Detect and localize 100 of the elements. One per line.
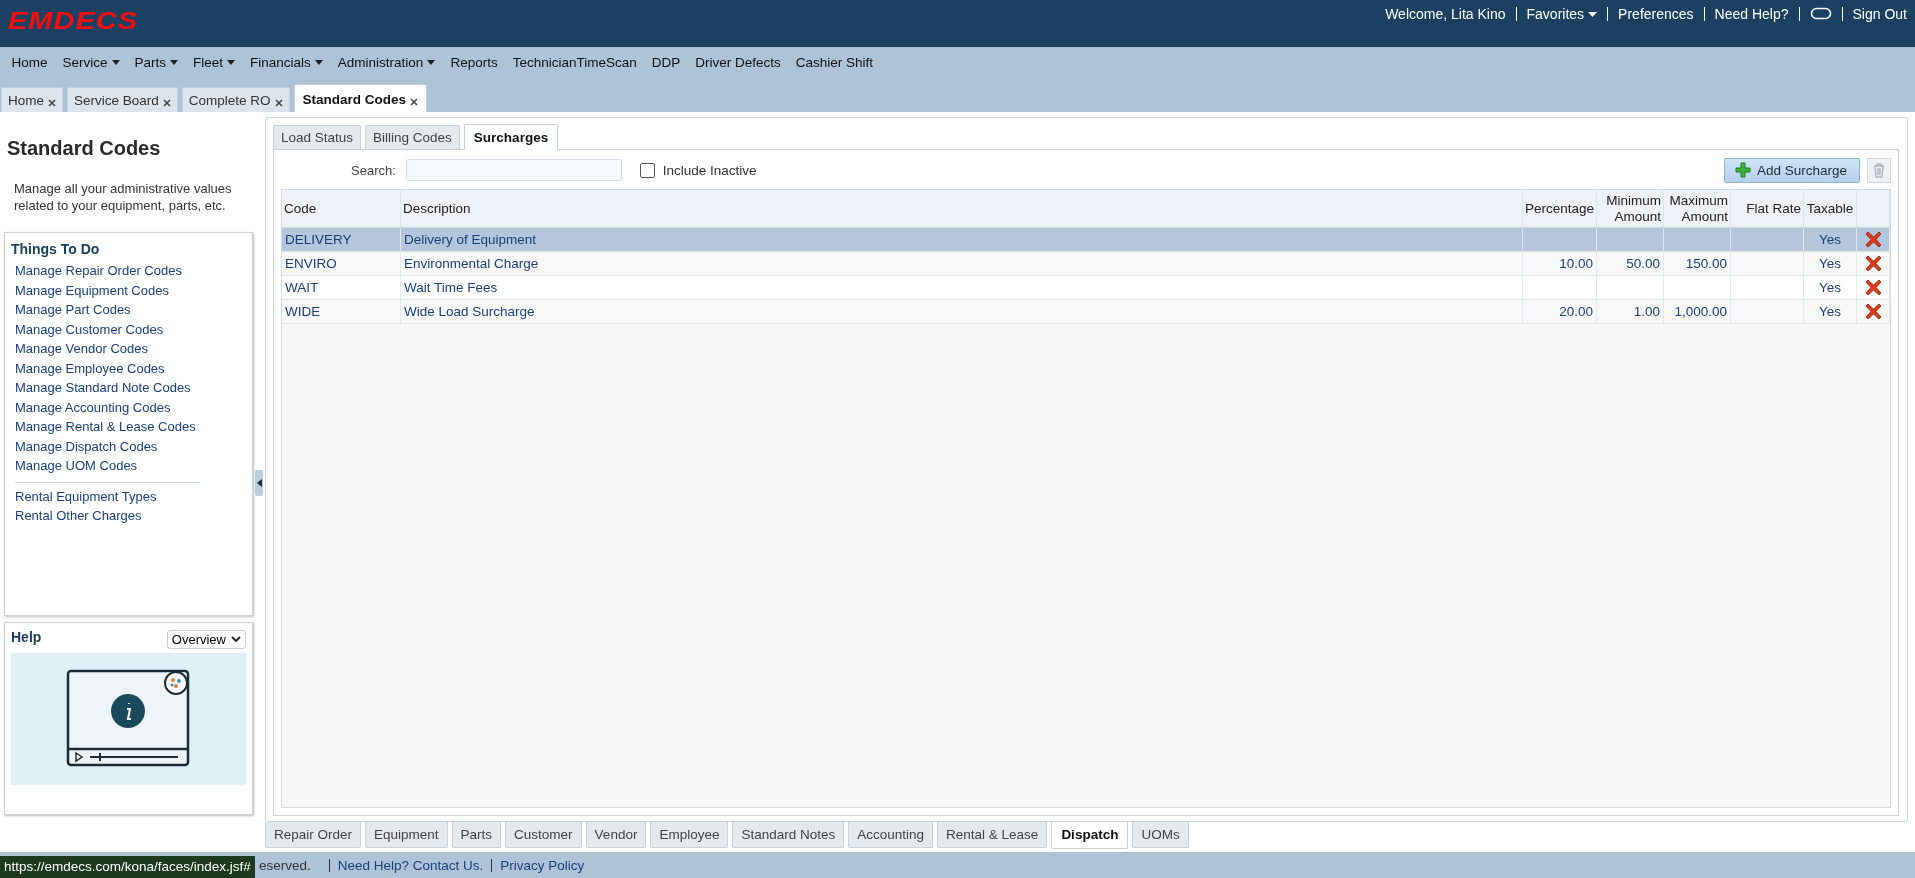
table-cell: Yes [1819,256,1841,271]
welcome-text: Welcome, Lita Kino [1385,6,1506,22]
table-cell: 150.00 [1685,256,1727,271]
sidebar-link[interactable]: Manage Part Codes [11,300,246,320]
panel-title: Help [11,629,42,645]
sidebar-link[interactable]: Manage Standard Note Codes [11,378,246,398]
search-field[interactable] [405,159,622,181]
nav-menu-item[interactable]: Driver Defects [687,54,789,70]
sidebar-link[interactable]: Rental Other Charges [11,506,246,526]
column-header: Code [284,200,317,216]
module-tab[interactable]: Repair Order [265,822,362,848]
delete-icon[interactable] [1864,303,1882,320]
delete-icon[interactable] [1864,255,1882,272]
module-tab[interactable]: Employee [650,822,729,848]
nav-menu-item[interactable]: Fleet [185,54,243,70]
favorites-menu[interactable]: Favorites [1526,6,1598,22]
sidebar-link[interactable]: Manage Vendor Codes [11,339,246,359]
module-tab[interactable]: Rental & Lease [937,822,1048,848]
nav-menu-item[interactable]: TechnicianTimeScan [505,54,645,70]
table-cell: 1,000.00 [1674,304,1727,319]
page-description: Manage all your administrative values related to your equipment, parts, etc. [14,180,233,214]
table-cell: Environmental Charge [404,256,539,271]
footer-link[interactable]: Need Help? Contact Us. [337,857,484,873]
sidebar-link[interactable]: Manage Employee Codes [11,358,246,378]
nav-menu-item[interactable]: Cashier Shift [788,54,881,70]
column-header: Maximum Amount [1669,192,1728,224]
sidebar-link[interactable]: Manage UOM Codes [11,456,246,476]
nav-menu-item[interactable]: Reports [442,54,506,70]
footer-link[interactable]: Privacy Policy [500,857,585,873]
nav-menu-item[interactable]: Service [55,54,128,70]
search-label: Search: [351,162,396,178]
sidebar-link[interactable]: Manage Dispatch Codes [11,436,246,456]
section-tab[interactable]: Surcharges [463,124,559,150]
document-tab[interactable]: Home [1,87,63,112]
table-cell: 50.00 [1626,256,1660,271]
sidebar-link[interactable]: Manage Customer Codes [11,319,246,339]
module-tab[interactable]: Dispatch [1051,822,1129,849]
document-tab[interactable]: Complete RO [181,87,290,112]
logo: EMDECS [8,6,139,35]
sidebar-link[interactable]: Manage Rental & Lease Codes [11,417,246,437]
nav-menu-item[interactable]: Administration [330,54,443,70]
module-tab[interactable]: UOMs [1132,822,1189,848]
delete-icon[interactable] [1864,279,1882,296]
column-header: Description [403,200,471,216]
sidebar-link[interactable]: Manage Repair Order Codes [11,261,246,281]
module-tab[interactable]: Customer [505,822,582,848]
column-header: Flat Rate [1746,200,1801,216]
table-cell: Wide Load Surcharge [404,304,535,319]
table-cell: DELIVERY [285,232,352,247]
help-link[interactable]: Need Help? [1714,6,1789,22]
table-cell: WIDE [285,304,321,319]
copyright-text: eserved. [258,857,311,873]
section-tab[interactable]: Load Status [273,125,362,149]
table-cell: 20.00 [1559,304,1593,319]
table-cell: Yes [1819,232,1841,247]
status-url: https://emdecs.com/kona/faces/index.jsf# [0,856,255,878]
help-topic-dropdown[interactable]: Overview [166,629,246,649]
table-cell: ENVIRO [285,256,337,271]
sidebar-link[interactable]: Manage Equipment Codes [11,280,246,300]
document-tab[interactable]: Service Board [67,87,178,112]
video-help-drawing[interactable] [65,669,192,769]
nav-menu-item[interactable]: Financials [242,54,331,70]
add-surcharge-button[interactable]: Add Surcharge [1723,157,1860,183]
close-icon[interactable] [162,99,171,107]
close-icon[interactable] [274,99,283,107]
chevron-down-icon [231,635,241,643]
module-tab[interactable]: Standard Notes [732,822,845,848]
section-tab[interactable]: Billing Codes [365,125,460,149]
sign-out-link[interactable]: Sign Out [1852,6,1907,22]
column-header: Minimum Amount [1606,192,1661,224]
plus-icon [1734,162,1751,178]
table-cell: Delivery of Equipment [404,232,537,247]
table-cell: 1.00 [1633,304,1660,319]
caret-icon [1588,11,1598,17]
delete-icon[interactable] [1864,231,1882,248]
table-cell: Yes [1819,304,1841,319]
table-cell: Yes [1819,280,1841,295]
preferences-link[interactable]: Preferences [1618,6,1694,22]
nav-menu-item[interactable]: Home [4,54,55,70]
table-cell: Wait Time Fees [404,280,498,295]
close-icon[interactable] [410,98,419,106]
page-title: Standard Codes [7,137,162,160]
module-tab[interactable]: Accounting [848,822,934,848]
column-header: Percentage [1524,200,1594,216]
module-tab[interactable]: Parts [451,822,502,848]
module-tab[interactable]: Vendor [585,822,647,848]
checkbox-label: Include Inactive [662,162,757,178]
table-cell: 10.00 [1559,256,1593,271]
panel-title: Things To Do [11,241,101,257]
module-tab[interactable]: Equipment [365,822,448,848]
table-cell: WAIT [285,280,319,295]
collapse-handle[interactable] [255,470,263,496]
nav-menu-item[interactable]: Parts [127,54,186,70]
close-icon[interactable] [48,99,56,107]
nav-menu-item[interactable]: DDP [644,54,688,70]
chat-icon[interactable] [1809,7,1832,21]
document-tab[interactable]: Standard Codes [293,84,428,112]
sidebar-link[interactable]: Manage Accounting Codes [11,397,246,417]
sidebar-link[interactable]: Rental Equipment Types [11,486,246,506]
column-header: Taxable [1806,200,1854,216]
